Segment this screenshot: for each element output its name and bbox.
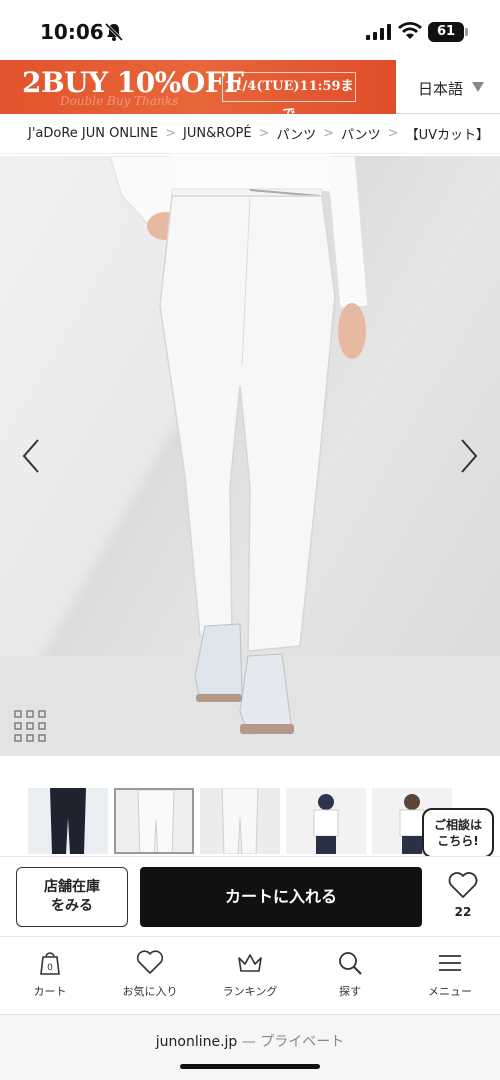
purchase-action-bar: 店舗在庫 をみる カートに入れる 22	[0, 856, 500, 936]
heart-icon	[448, 872, 478, 898]
status-bar: 10:06 61	[0, 0, 500, 62]
heart-icon	[136, 950, 164, 974]
bottom-tab-bar: 0 カート お気に入り ランキング 探す メニュー	[0, 936, 500, 1014]
consultation-chat-bubble[interactable]: ご相談は こちら!	[422, 808, 494, 858]
breadcrumb-item[interactable]: J'aDoRe JUN ONLINE	[28, 126, 158, 141]
promo-script: Double Buy Thanks	[60, 94, 179, 108]
url-domain: junonline.jp	[155, 1034, 238, 1050]
private-mode-label: — プライベート	[241, 1034, 345, 1050]
status-time: 10:06	[40, 20, 104, 44]
chevron-right-icon[interactable]	[454, 436, 484, 476]
breadcrumb-separator-icon: >	[323, 126, 335, 141]
promo-banner[interactable]: 2BUY 10%OFF Double Buy Thanks 11/4(TUE)1…	[0, 60, 396, 114]
cart-icon: 0	[40, 952, 60, 975]
thumbnail-model-outfit[interactable]	[286, 788, 366, 854]
battery-tip	[465, 28, 468, 36]
tab-favorites[interactable]: お気に入り	[100, 949, 200, 999]
breadcrumb-item[interactable]: JUN&ROPÉ	[183, 126, 252, 141]
bell-muted-icon	[104, 22, 124, 42]
thumbnail-white-pants-back[interactable]	[200, 788, 280, 854]
add-to-cart-button[interactable]: カートに入れる	[140, 867, 422, 927]
favorite-button[interactable]: 22	[440, 871, 486, 921]
store-stock-button[interactable]: 店舗在庫 をみる	[16, 867, 128, 927]
tab-search[interactable]: 探す	[300, 949, 400, 999]
tab-label: メニュー	[428, 985, 472, 998]
chevron-left-icon[interactable]	[16, 436, 46, 476]
browser-address-bar[interactable]: junonline.jp — プライベート	[0, 1014, 500, 1080]
breadcrumb-separator-icon: >	[165, 126, 177, 141]
home-indicator	[180, 1064, 320, 1069]
chat-bubble-line1: ご相談は	[433, 818, 482, 832]
thumbnail-navy-pants[interactable]	[28, 788, 108, 854]
favorite-count: 22	[454, 905, 472, 919]
breadcrumb-separator-icon: >	[258, 126, 270, 141]
pants-model-illustration	[0, 156, 500, 756]
cart-badge: 0	[47, 963, 53, 973]
product-main-image[interactable]	[0, 156, 500, 756]
chat-bubble-line2: こちら!	[437, 834, 479, 848]
tab-label: お気に入り	[122, 985, 178, 998]
crown-icon	[238, 954, 262, 972]
tab-label: カート	[33, 985, 67, 998]
tab-ranking[interactable]: ランキング	[200, 949, 300, 999]
dropdown-caret-icon	[472, 82, 484, 92]
menu-icon	[439, 955, 461, 971]
battery-indicator: 61	[428, 22, 464, 42]
language-selector[interactable]: 日本語	[396, 60, 500, 114]
breadcrumb-separator-icon: >	[387, 126, 399, 141]
store-stock-label-1: 店舗在庫	[44, 879, 100, 895]
cellular-signal-icon	[366, 24, 391, 40]
image-grid-icon[interactable]	[14, 710, 46, 742]
language-label: 日本語	[418, 80, 464, 98]
url-display: junonline.jp — プライベート	[0, 1031, 500, 1051]
breadcrumb-item[interactable]: パンツ	[276, 124, 316, 143]
breadcrumb-item[interactable]: パンツ	[341, 124, 381, 143]
search-icon	[339, 952, 362, 975]
store-stock-label-2: をみる	[51, 898, 93, 914]
wifi-icon	[398, 22, 422, 39]
thumbnail-white-pants-front[interactable]	[114, 788, 194, 854]
tab-label: ランキング	[222, 985, 278, 998]
tab-menu[interactable]: メニュー	[400, 949, 500, 999]
breadcrumb-item[interactable]: 【UVカット】	[406, 124, 489, 143]
tab-label: 探す	[339, 985, 361, 998]
tab-cart[interactable]: 0 カート	[0, 949, 100, 999]
breadcrumb: J'aDoRe JUN ONLINE > JUN&ROPÉ > パンツ > パン…	[0, 114, 500, 154]
promo-deadline: 11/4(TUE)11:59まで	[222, 72, 356, 114]
